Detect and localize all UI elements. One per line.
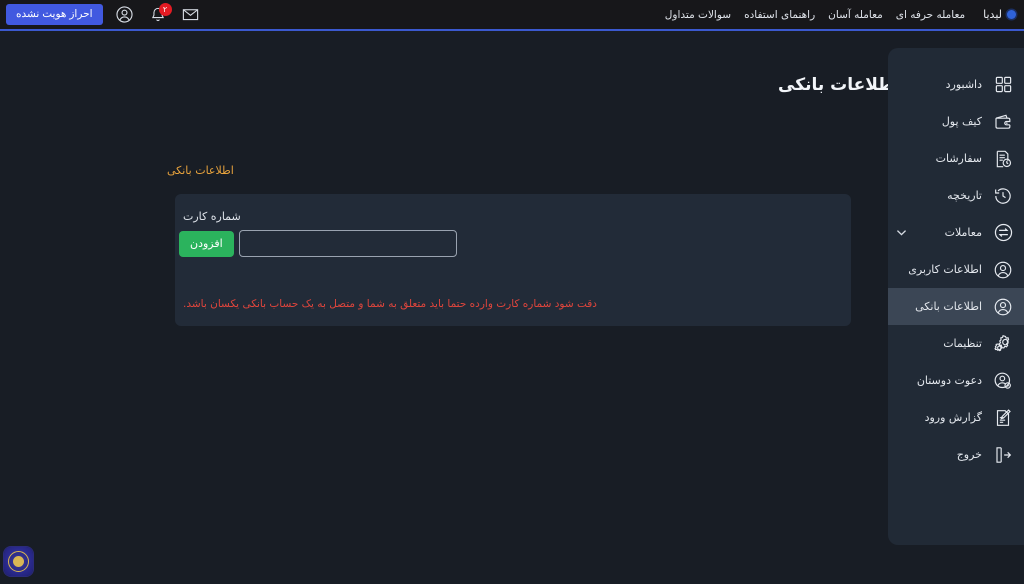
top-header: لیدیا معامله حرفه ای معامله آسان راهنمای… [0,0,1024,31]
sidebar-item-label: تنظیمات [943,337,982,350]
nav-user-guide[interactable]: راهنمای استفاده [744,9,815,21]
user-circle-icon[interactable] [114,4,136,26]
envelope-icon[interactable] [180,4,202,26]
gear-icon [991,332,1015,356]
invite-friends-icon [991,369,1015,393]
sidebar-item-settings[interactable]: تنظیمات [888,325,1024,362]
brand-mark-icon [1007,10,1016,19]
sidebar-menu: داشبورد کیف پول سفارشات تاریخچه معاملات … [888,48,1024,545]
card-number-label: شماره کارت [183,210,241,223]
sidebar-item-bank-info[interactable]: اطلاعات بانکی [888,288,1024,325]
brand-name: لیدیا [983,8,1002,21]
sidebar-item-label: معاملات [944,226,982,239]
main-content: اطلاعات بانکی اطلاعات بانکی شماره کارت ا… [0,31,1024,584]
sidebar-item-trades[interactable]: معاملات [888,214,1024,251]
top-navigation: معامله حرفه ای معامله آسان راهنمای استفا… [665,9,965,21]
seal-ring-icon [8,551,29,572]
login-report-icon [991,406,1015,430]
nav-easy-trade[interactable]: معامله آسان [828,9,883,21]
sidebar-item-user-info[interactable]: اطلاعات کاربری [888,251,1024,288]
sidebar-item-label: خروج [956,448,982,461]
verify-identity-button[interactable]: احراز هویت نشده [6,4,103,25]
sidebar-item-login-report[interactable]: گزارش ورود [888,399,1024,436]
dashboard-grid-icon [991,73,1015,97]
sidebar-item-history[interactable]: تاریخچه [888,177,1024,214]
add-card-button[interactable]: افزودن [179,230,234,257]
sidebar-item-invite-friends[interactable]: دعوت دوستان [888,362,1024,399]
logout-icon [991,443,1015,467]
nav-pro-trade[interactable]: معامله حرفه ای [896,9,965,21]
sidebar-item-wallet[interactable]: کیف پول [888,103,1024,140]
sidebar-item-label: سفارشات [935,152,982,165]
sidebar-item-label: تاریخچه [947,189,982,202]
app-root: لیدیا معامله حرفه ای معامله آسان راهنمای… [0,0,1024,584]
page-title-text: اطلاعات بانکی [778,75,900,95]
header-actions: احراز هویت نشده ۲ [6,2,202,26]
notification-badge: ۲ [158,2,172,16]
seal-core-icon [13,556,24,567]
sidebar-item-label: داشبورد [945,78,982,91]
user-circle-icon [991,295,1015,319]
sidebar-item-label: گزارش ورود [924,411,982,424]
nav-faq[interactable]: سوالات متداول [665,9,731,21]
orders-list-icon [991,147,1015,171]
card-number-field-row: افزودن [179,230,457,257]
card-number-input[interactable] [238,230,457,257]
enamad-trust-seal[interactable] [4,547,33,576]
page-title: اطلاعات بانکی [0,75,1008,95]
bank-info-card: شماره کارت افزودن دقت شود شماره کارت وار… [175,194,851,326]
wallet-icon [991,110,1015,134]
brand-logo[interactable]: لیدیا [983,8,1016,21]
bell-icon[interactable]: ۲ [147,2,172,26]
sidebar-item-label: اطلاعات کاربری [908,263,982,276]
exchange-arrows-icon [991,221,1015,245]
sidebar-item-dashboard[interactable]: داشبورد [888,66,1024,103]
card-warning-note: دقت شود شماره کارت وارده حتما باید متعلق… [183,298,597,310]
history-clock-icon [991,184,1015,208]
sidebar-item-label: دعوت دوستان [916,374,982,387]
sidebar-item-label: اطلاعات بانکی [915,300,982,313]
chevron-down-icon[interactable] [894,225,909,240]
sidebar-item-label: کیف پول [941,115,982,128]
sidebar-item-logout[interactable]: خروج [888,436,1024,473]
user-circle-icon [991,258,1015,282]
sidebar-item-orders[interactable]: سفارشات [888,140,1024,177]
